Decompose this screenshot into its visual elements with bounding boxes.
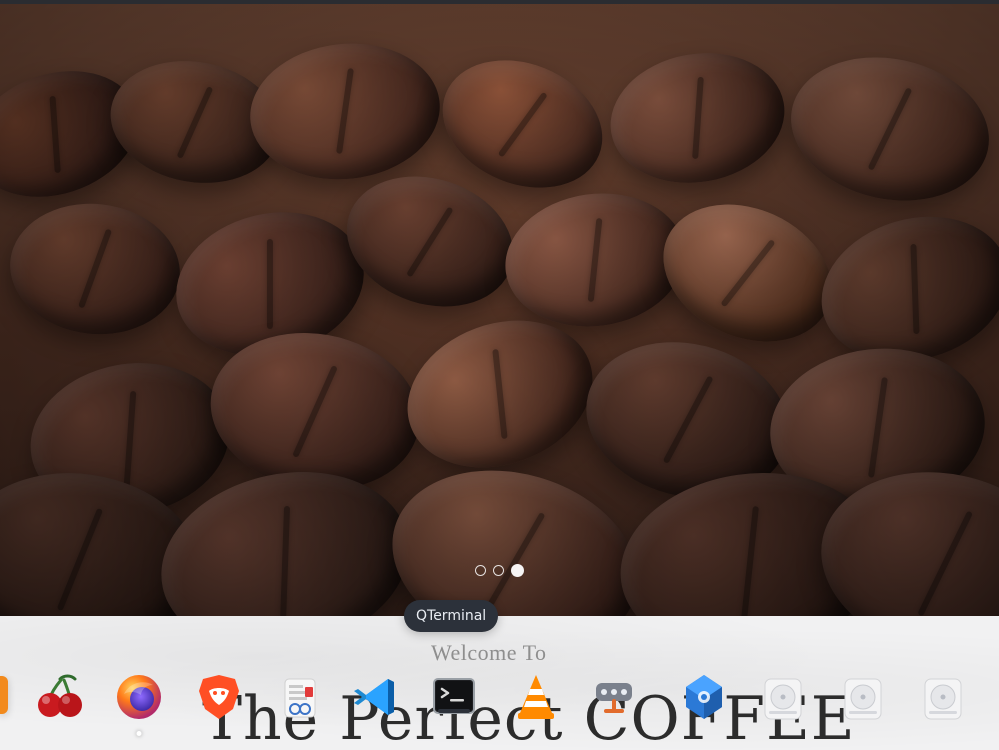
vscode-icon xyxy=(354,679,394,715)
coffee-bean xyxy=(3,195,187,343)
document-viewer-icon xyxy=(284,678,316,718)
dock-tooltip: QTerminal xyxy=(404,600,499,632)
package-icon xyxy=(686,675,722,719)
network-icon xyxy=(596,683,632,713)
carousel-dots xyxy=(475,564,524,577)
tooltip-text: QTerminal xyxy=(416,608,487,624)
coffee-bean xyxy=(600,39,795,197)
coffee-bean xyxy=(777,39,999,219)
dock-item-terminal[interactable] xyxy=(423,666,485,728)
dock-item-network[interactable] xyxy=(583,666,645,728)
carousel-dot[interactable] xyxy=(475,565,486,576)
running-indicator xyxy=(136,731,142,736)
brave-icon xyxy=(199,675,239,719)
dock-item-firefox[interactable] xyxy=(108,666,170,736)
drive-icon xyxy=(844,678,882,720)
partial-app-icon[interactable] xyxy=(0,676,8,714)
dock-item-cherry[interactable] xyxy=(28,666,90,728)
dock-item-vlc[interactable] xyxy=(505,666,567,728)
dock-item-drive-3[interactable] xyxy=(912,666,974,728)
firefox-icon xyxy=(117,675,161,719)
dock-item-drive-1[interactable] xyxy=(752,666,814,728)
dock-item-vscode[interactable] xyxy=(345,666,407,728)
dock-item-document-viewer[interactable] xyxy=(268,666,330,728)
coffee-bean xyxy=(370,442,660,616)
carousel-dot-active[interactable] xyxy=(511,564,524,577)
drive-icon xyxy=(764,678,802,720)
hero-image xyxy=(0,4,999,616)
dock-item-brave[interactable] xyxy=(188,666,250,728)
dock-item-package-manager[interactable] xyxy=(673,666,735,728)
welcome-text: Welcome To xyxy=(431,640,547,665)
coffee-bean xyxy=(641,178,854,368)
coffee-bean xyxy=(329,155,531,328)
vlc-icon xyxy=(518,675,554,719)
dock-item-drive-2[interactable] xyxy=(832,666,894,728)
drive-icon xyxy=(924,678,962,720)
carousel-dot[interactable] xyxy=(493,565,504,576)
cherry-icon xyxy=(38,674,82,717)
coffee-bean xyxy=(243,34,447,189)
terminal-icon xyxy=(433,678,475,714)
